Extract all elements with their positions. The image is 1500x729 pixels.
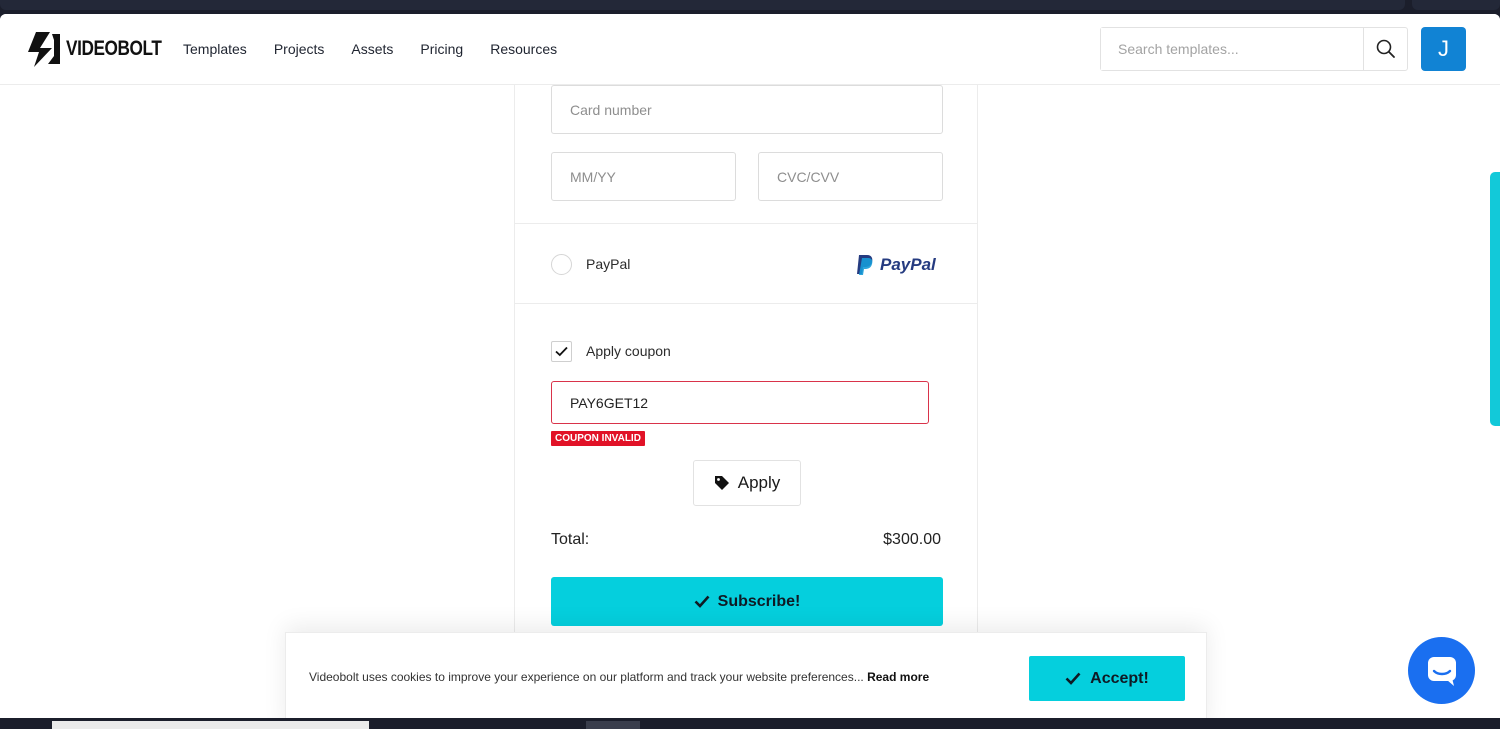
brand-name: VIDEOBOLT bbox=[66, 37, 162, 60]
checkmark-icon bbox=[694, 595, 710, 608]
taskbar-item bbox=[586, 721, 640, 729]
site-header: VIDEOBOLT Templates Projects Assets Pric… bbox=[0, 14, 1500, 85]
payment-card: PayPal PayPal Apply coupon COUPON INVALI… bbox=[514, 85, 978, 718]
user-avatar[interactable]: J bbox=[1421, 27, 1466, 71]
cookie-message: Videobolt uses cookies to improve your e… bbox=[309, 670, 864, 684]
videobolt-logo[interactable]: VIDEOBOLT bbox=[26, 30, 182, 68]
subscribe-button[interactable]: Subscribe! bbox=[551, 577, 943, 626]
top-strip-segment bbox=[1412, 0, 1500, 10]
browser-top-strip bbox=[0, 0, 1500, 14]
read-more-link[interactable]: Read more bbox=[867, 670, 929, 684]
search-icon bbox=[1376, 39, 1395, 58]
coupon-invalid-badge: COUPON INVALID bbox=[551, 431, 645, 446]
nav-pricing[interactable]: Pricing bbox=[420, 41, 463, 57]
taskbar-strip bbox=[0, 718, 1500, 729]
search-box bbox=[1100, 27, 1408, 71]
top-strip-segment bbox=[0, 0, 1405, 10]
paypal-icon bbox=[857, 255, 873, 275]
total-label: Total: bbox=[551, 531, 590, 548]
paypal-radio[interactable] bbox=[551, 254, 572, 275]
chat-widget-button[interactable] bbox=[1408, 637, 1475, 704]
paypal-label: PayPal bbox=[586, 256, 631, 272]
checkmark-icon bbox=[555, 346, 568, 357]
taskbar-item bbox=[52, 721, 369, 729]
divider bbox=[515, 303, 977, 304]
card-number-field[interactable] bbox=[551, 85, 943, 134]
search-input[interactable] bbox=[1101, 28, 1363, 70]
nav-templates[interactable]: Templates bbox=[183, 41, 247, 57]
apply-coupon-checkbox[interactable] bbox=[551, 341, 572, 362]
divider bbox=[515, 223, 977, 224]
checkmark-icon bbox=[1065, 672, 1081, 685]
subscribe-label: Subscribe! bbox=[717, 592, 801, 610]
total-value: $300.00 bbox=[883, 531, 941, 548]
cookie-text: Videobolt uses cookies to improve your e… bbox=[309, 670, 929, 684]
page-frame: VIDEOBOLT Templates Projects Assets Pric… bbox=[0, 14, 1500, 718]
expiry-field[interactable] bbox=[551, 152, 736, 201]
nav-assets[interactable]: Assets bbox=[351, 41, 393, 57]
paypal-logo-text: PayPal bbox=[880, 255, 936, 274]
apply-button-label: Apply bbox=[737, 473, 781, 492]
nav-resources[interactable]: Resources bbox=[490, 41, 557, 57]
accept-label: Accept! bbox=[1090, 669, 1149, 687]
apply-coupon-button[interactable]: Apply bbox=[693, 460, 801, 506]
cvc-field[interactable] bbox=[758, 152, 943, 201]
coupon-input[interactable] bbox=[551, 381, 929, 424]
accept-cookies-button[interactable]: Accept! bbox=[1029, 656, 1185, 701]
apply-coupon-label: Apply coupon bbox=[586, 343, 671, 359]
main-nav: Templates Projects Assets Pricing Resour… bbox=[183, 41, 557, 57]
bolt-logo-icon bbox=[28, 32, 60, 67]
chat-bubble-icon bbox=[1427, 656, 1456, 686]
search-button[interactable] bbox=[1363, 28, 1407, 70]
scrollbar-thumb[interactable] bbox=[1490, 172, 1500, 426]
paypal-logo: PayPal bbox=[855, 254, 936, 276]
tag-icon bbox=[714, 476, 729, 490]
cookie-banner: Videobolt uses cookies to improve your e… bbox=[285, 632, 1207, 718]
nav-projects[interactable]: Projects bbox=[274, 41, 325, 57]
